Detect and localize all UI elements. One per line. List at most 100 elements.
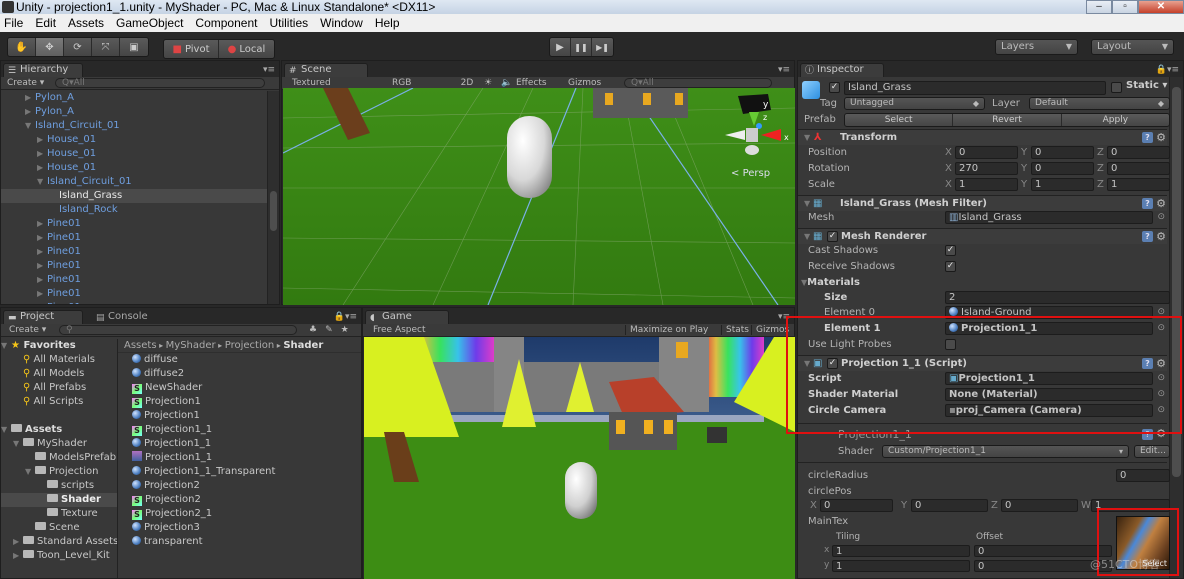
folder-item[interactable]: ▼ MyShader xyxy=(1,437,117,451)
favorite-item[interactable]: ⚲ All Scripts xyxy=(1,395,117,409)
assets-header[interactable]: ▼ Assets xyxy=(1,423,117,437)
transform-rotation-x-input[interactable]: 270 xyxy=(955,162,1018,175)
circle-pos-w-input[interactable]: 1 xyxy=(1091,499,1170,512)
circle-camera-field[interactable]: ▪proj_Camera (Camera) xyxy=(945,404,1153,417)
minimize-button[interactable]: – xyxy=(1086,0,1112,14)
collapse-arrow-icon[interactable]: ▶ xyxy=(37,301,47,304)
capsule-object[interactable] xyxy=(507,116,552,198)
perspective-label[interactable]: < Persp xyxy=(731,168,770,179)
maximize-on-play-toggle[interactable]: Maximize on Play xyxy=(625,325,721,335)
asset-item[interactable]: Projection1 xyxy=(132,409,361,423)
element0-field[interactable]: Island-Ground xyxy=(945,306,1153,319)
prefab-select-button[interactable]: Select xyxy=(845,114,954,126)
scrollbar-thumb[interactable] xyxy=(1172,87,1181,477)
local-button[interactable]: ● Local xyxy=(219,40,274,58)
asset-item[interactable]: diffuse xyxy=(132,353,361,367)
hierarchy-item[interactable]: ▶Pine01 xyxy=(1,301,267,304)
shader-edit-button[interactable]: Edit... xyxy=(1134,445,1170,458)
scene-search-input[interactable]: Q▾All xyxy=(624,78,772,88)
collapse-arrow-icon[interactable]: ▶ xyxy=(37,147,47,161)
object-picker-icon[interactable]: ⊙ xyxy=(1157,307,1165,317)
folder-item[interactable]: ▶ Standard Assets xyxy=(1,535,118,549)
script-field[interactable]: ▣Projection1_1 xyxy=(945,372,1153,385)
favorites-header[interactable]: ▼ ★ Favorites xyxy=(1,339,117,353)
lock-and-menu-icon[interactable]: 🔒▾≡ xyxy=(334,312,357,322)
tab-inspector[interactable]: ⓘ Inspector xyxy=(800,63,884,77)
transform-scale-z-input[interactable]: 1 xyxy=(1107,178,1170,191)
menu-assets[interactable]: Assets xyxy=(68,16,104,30)
lock-and-menu-icon[interactable]: 🔒▾≡ xyxy=(1156,65,1179,75)
tab-project[interactable]: ▬ Project xyxy=(3,310,83,324)
scene-orientation-gizmo[interactable]: y z x xyxy=(723,90,793,160)
hierarchy-item[interactable]: ▶Pine01 xyxy=(1,217,267,231)
lighting-toggle-icon[interactable]: ☀ xyxy=(478,78,498,88)
maximize-button[interactable]: ▫ xyxy=(1112,0,1138,14)
script-component-header[interactable]: ▼ ▣ ✓ Projection 1_1 (Script) ? ⚙ xyxy=(798,355,1167,371)
mesh-renderer-component-header[interactable]: ▼ ▦ ✓ Mesh Renderer ? ⚙ xyxy=(798,228,1167,244)
menu-edit[interactable]: Edit xyxy=(35,16,56,30)
hand-tool-button[interactable]: ✋ xyxy=(8,38,36,56)
shading-mode-dropdown[interactable]: Textured xyxy=(292,78,392,88)
effects-dropdown[interactable]: Effects xyxy=(516,78,568,88)
hierarchy-item[interactable]: ▶ House_01 xyxy=(1,161,267,175)
static-checkbox[interactable] xyxy=(1111,82,1122,93)
mesh-filter-component-header[interactable]: ▼ ▦ Island_Grass (Mesh Filter) ? ⚙ xyxy=(798,195,1167,211)
folder-item[interactable]: Shader xyxy=(1,493,117,507)
menu-window[interactable]: Window xyxy=(320,16,363,30)
filter-by-label-icon[interactable]: ✎ xyxy=(325,325,333,335)
circle-pos-x-input[interactable]: 0 xyxy=(820,499,893,512)
mesh-field[interactable]: ▥Island_Grass xyxy=(945,211,1153,224)
transform-position-y-input[interactable]: 0 xyxy=(1031,146,1094,159)
collapse-arrow-icon[interactable]: ▶ xyxy=(37,259,47,273)
menu-gameobject[interactable]: GameObject xyxy=(116,16,183,30)
breadcrumb-item[interactable]: MyShader xyxy=(166,340,216,351)
folder-item[interactable]: ▼ Projection xyxy=(1,465,117,479)
step-button[interactable]: ▶❚ xyxy=(592,38,613,56)
gizmos-dropdown[interactable]: Gizmos xyxy=(568,78,624,88)
tab-game[interactable]: ◖ Game xyxy=(365,310,449,324)
object-picker-icon[interactable]: ⊙ xyxy=(1157,405,1165,415)
object-picker-icon[interactable]: ⊙ xyxy=(1157,389,1165,399)
rect-tool-button[interactable]: ▣ xyxy=(120,38,148,56)
favorite-item[interactable]: ⚲ All Models xyxy=(1,367,117,381)
folder-item[interactable]: ModelsPrefab xyxy=(1,451,117,465)
object-picker-icon[interactable]: ⊙ xyxy=(1157,323,1165,333)
render-mode-dropdown[interactable]: RGB xyxy=(392,78,456,88)
collapse-arrow-icon[interactable]: ▶ xyxy=(37,217,47,231)
hierarchy-item[interactable]: ▶Pine01 xyxy=(1,231,267,245)
collapse-arrow-icon[interactable]: ▶ xyxy=(37,287,47,301)
help-icon[interactable]: ? xyxy=(1142,198,1153,209)
active-checkbox[interactable]: ✓ xyxy=(829,82,840,93)
breadcrumb-item[interactable]: Projection xyxy=(225,340,274,351)
audio-toggle-icon[interactable]: 🔈 xyxy=(498,78,516,88)
folder-item[interactable]: Texture xyxy=(1,507,117,521)
menu-component[interactable]: Component xyxy=(195,16,257,30)
tag-dropdown[interactable]: Untagged ◆ xyxy=(844,97,985,110)
pause-button[interactable]: ❚❚ xyxy=(571,38,592,56)
filter-by-type-icon[interactable]: ♣ xyxy=(309,325,317,335)
help-icon[interactable]: ? xyxy=(1142,231,1153,242)
gear-icon[interactable]: ⚙ xyxy=(1156,356,1166,372)
collapse-arrow-icon[interactable]: ▶ xyxy=(37,161,47,175)
asset-item[interactable]: S NewShader xyxy=(132,381,361,395)
hierarchy-item[interactable]: ▶ Pylon_A xyxy=(1,91,267,105)
transform-rotation-y-input[interactable]: 0 xyxy=(1031,162,1094,175)
object-picker-icon[interactable]: ⊙ xyxy=(1157,212,1165,222)
asset-item[interactable]: S Projection2_1 xyxy=(132,507,361,521)
collapse-arrow-icon[interactable]: ▶ xyxy=(37,133,47,147)
materials-foldout[interactable]: ▼Materials xyxy=(801,276,1173,290)
2d-toggle[interactable]: 2D xyxy=(456,78,478,88)
asset-item[interactable]: Projection3 xyxy=(132,521,361,535)
cast-shadows-checkbox[interactable]: ✓ xyxy=(945,245,956,256)
transform-scale-x-input[interactable]: 1 xyxy=(955,178,1018,191)
gear-icon[interactable]: ⚙ xyxy=(1156,427,1166,440)
play-button[interactable]: ▶ xyxy=(550,38,571,56)
transform-position-z-input[interactable]: 0 xyxy=(1107,146,1170,159)
asset-item[interactable]: transparent xyxy=(132,535,361,549)
layout-dropdown[interactable]: Layout ▼ xyxy=(1091,39,1174,55)
tab-scene[interactable]: # Scene xyxy=(284,63,368,77)
asset-item[interactable]: Projection1_1_Transparent xyxy=(132,465,361,479)
scrollbar-thumb[interactable] xyxy=(270,191,277,231)
layers-dropdown[interactable]: Layers ▼ xyxy=(995,39,1078,55)
menu-utilities[interactable]: Utilities xyxy=(269,16,308,30)
